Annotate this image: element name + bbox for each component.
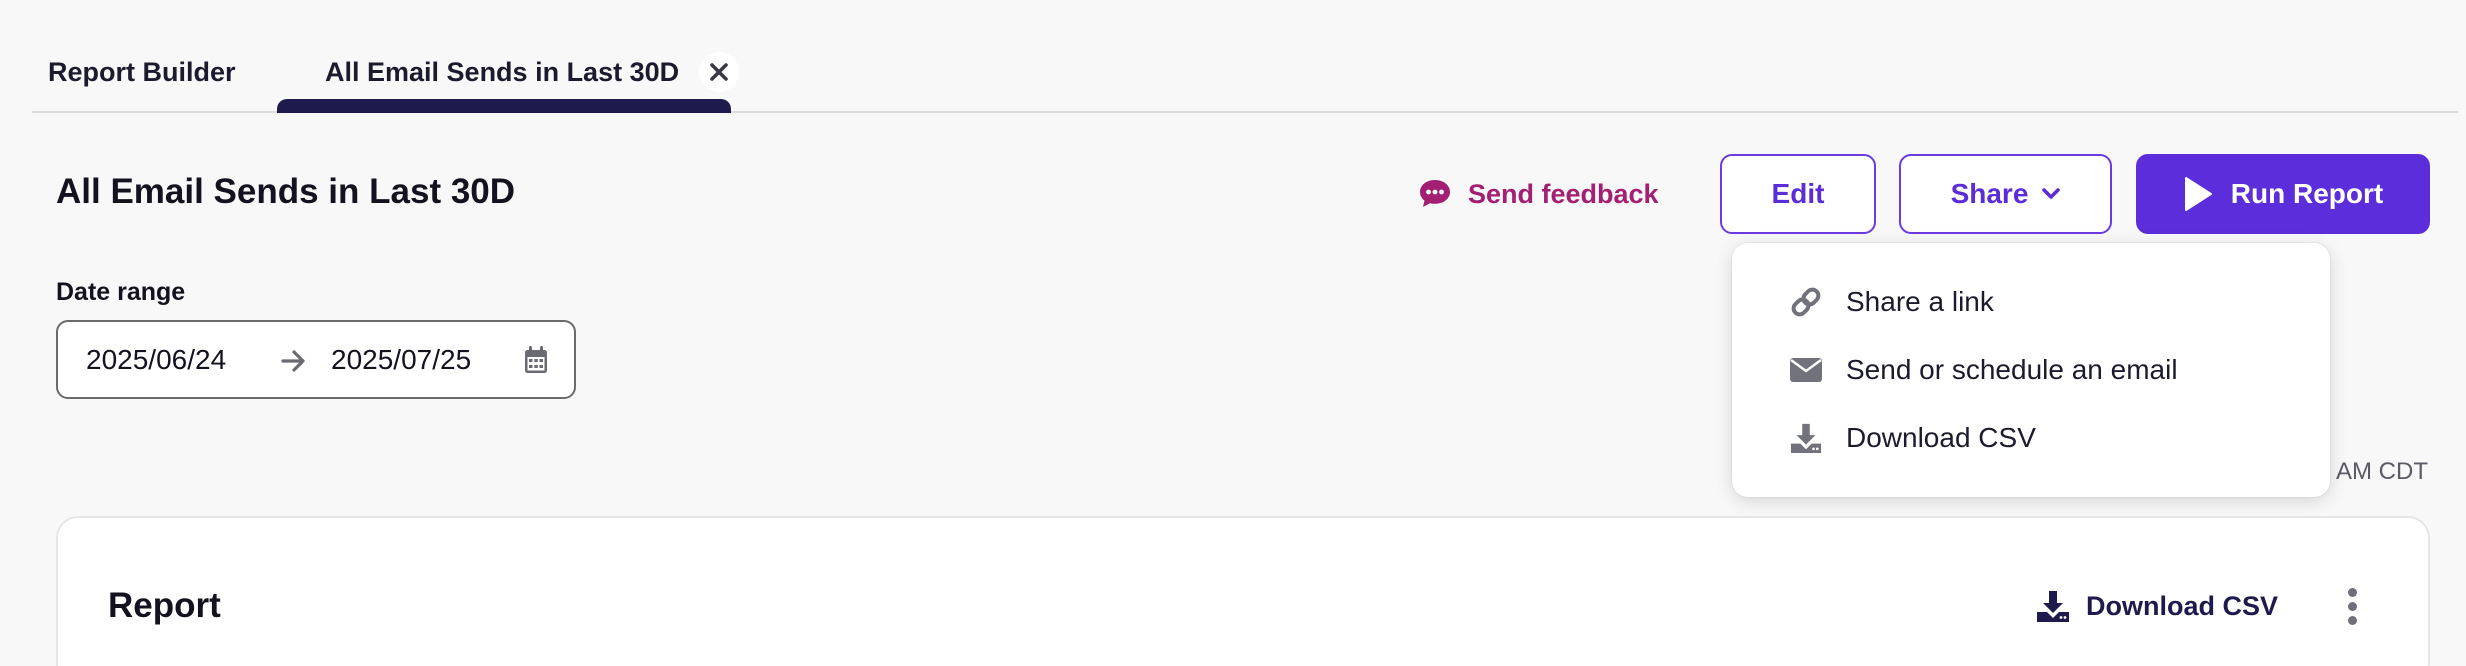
envelope-icon (1788, 357, 1824, 383)
menu-item-send-email[interactable]: Send or schedule an email (1788, 345, 2178, 395)
report-card: Report Download CSV (56, 516, 2430, 666)
download-icon (1788, 421, 1824, 455)
menu-item-share-link[interactable]: Share a link (1788, 277, 1994, 327)
menu-item-label: Download CSV (1846, 422, 2036, 453)
menu-item-download-csv[interactable]: Download CSV (1788, 413, 2036, 463)
page-title: All Email Sends in Last 30D (56, 172, 516, 211)
share-menu: Share a link Send or schedule an email D… (1732, 243, 2330, 497)
send-feedback-label: Send feedback (1468, 178, 1659, 209)
date-range-picker[interactable]: 2025/06/24 2025/07/25 (56, 320, 576, 399)
arrow-right-icon (281, 350, 305, 372)
tab-report-builder[interactable]: Report Builder (48, 50, 236, 94)
chat-bubble-icon (1420, 180, 1450, 207)
tab-bar: Report Builder All Email Sends in Last 3… (32, 0, 2458, 113)
edit-button[interactable]: Edit (1720, 154, 1876, 234)
more-options-icon[interactable] (2330, 584, 2374, 628)
tab-label: All Email Sends in Last 30D (325, 56, 680, 87)
start-date-input[interactable]: 2025/06/24 (86, 344, 226, 376)
report-download-csv-label: Download CSV (2086, 590, 2279, 621)
tab-label: Report Builder (48, 56, 236, 87)
end-date-input[interactable]: 2025/07/25 (331, 344, 471, 376)
calendar-icon[interactable] (524, 346, 548, 374)
share-label: Share (1950, 178, 2029, 209)
link-icon (1788, 285, 1824, 319)
play-icon (2184, 177, 2212, 211)
edit-label: Edit (1771, 178, 1825, 209)
close-icon[interactable] (699, 52, 740, 92)
send-feedback-button[interactable]: Send feedback (1418, 172, 1659, 216)
download-icon (2037, 591, 2069, 622)
menu-item-label: Share a link (1846, 286, 1994, 317)
report-download-csv-button[interactable]: Download CSV (2036, 584, 2278, 628)
tab-all-email-sends[interactable]: All Email Sends in Last 30D (325, 50, 740, 94)
chevron-down-icon (2042, 188, 2061, 199)
date-range-label: Date range (56, 278, 186, 306)
last-run-timestamp: AM CDT (2336, 458, 2428, 485)
share-button[interactable]: Share (1899, 154, 2112, 234)
menu-item-label: Send or schedule an email (1846, 354, 2178, 385)
active-tab-indicator (277, 99, 731, 113)
run-report-button[interactable]: Run Report (2136, 154, 2430, 234)
run-report-label: Run Report (2230, 178, 2384, 209)
report-title: Report (108, 586, 221, 625)
